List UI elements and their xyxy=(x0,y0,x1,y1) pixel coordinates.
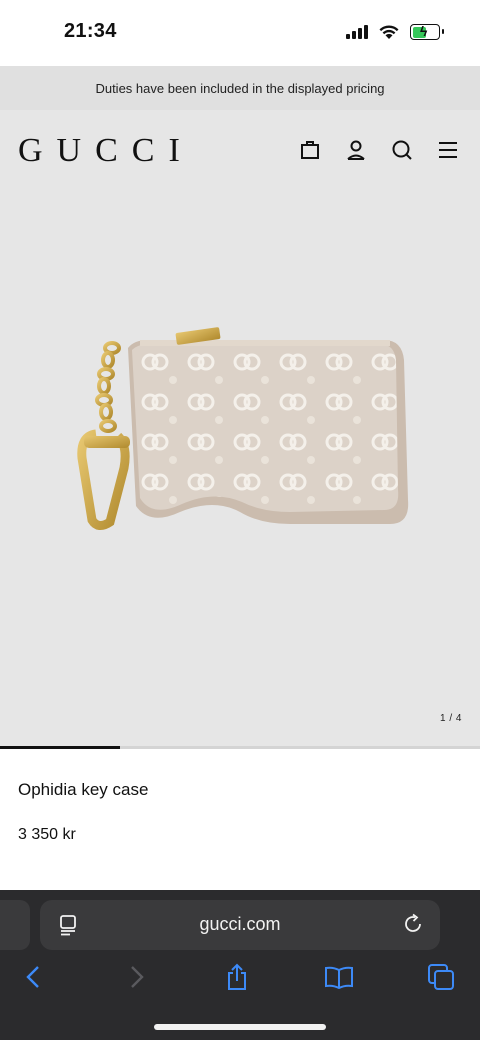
menu-icon[interactable] xyxy=(436,138,460,162)
gallery-progress-fill xyxy=(0,746,120,749)
reload-icon[interactable] xyxy=(402,913,424,935)
battery-icon: ϟ xyxy=(410,23,444,40)
duties-banner: Duties have been included in the display… xyxy=(0,66,480,110)
browser-bottom-bar: gucci.com xyxy=(0,890,480,1040)
share-icon[interactable] xyxy=(222,962,252,992)
back-icon[interactable] xyxy=(18,962,48,992)
gucci-logo[interactable]: GUCCI xyxy=(18,132,194,170)
status-time: 21:34 xyxy=(64,20,117,42)
tabs-icon[interactable] xyxy=(426,962,456,992)
browser-toolbar xyxy=(0,962,480,996)
product-image-gallery[interactable]: 1 / 4 xyxy=(0,190,480,748)
header-icons xyxy=(298,138,460,162)
duties-banner-text: Duties have been included in the display… xyxy=(95,80,385,96)
bookmarks-icon[interactable] xyxy=(324,962,354,992)
product-name: Ophidia key case xyxy=(18,780,149,799)
site-header: GUCCI xyxy=(0,110,480,190)
home-indicator xyxy=(154,1024,326,1030)
product-image xyxy=(77,327,409,530)
status-icons: ϟ xyxy=(346,22,444,42)
shopping-bag-icon[interactable] xyxy=(298,138,322,162)
cellular-signal-icon xyxy=(346,25,368,39)
wifi-icon xyxy=(379,25,399,39)
search-icon[interactable] xyxy=(390,138,414,162)
url-text: gucci.com xyxy=(199,914,281,934)
forward-icon[interactable] xyxy=(122,962,152,992)
account-icon[interactable] xyxy=(344,138,368,162)
gallery-pager: 1 / 4 xyxy=(440,713,462,724)
address-bar[interactable]: gucci.com xyxy=(40,900,440,950)
gallery-progress-bar xyxy=(0,746,480,749)
previous-tab-preview[interactable] xyxy=(0,900,30,950)
status-bar: 21:34 ϟ xyxy=(0,0,480,66)
product-price: 3 350 kr xyxy=(18,826,76,843)
